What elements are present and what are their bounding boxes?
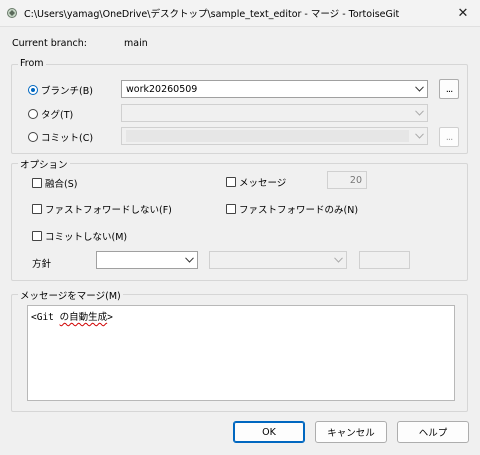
close-button[interactable]: ✕ [452,3,474,23]
no-ff-checkbox-indicator[interactable] [32,204,42,214]
message-checkbox-indicator[interactable] [226,177,236,187]
message-label: メッセージ [239,178,287,189]
message-count-input[interactable]: 20 [327,171,367,189]
no-commit-checkbox-indicator[interactable] [32,231,42,241]
window-title: C:\Users\yamag\OneDrive\デスクトップ\sample_te… [24,9,400,20]
tag-radio-label: タグ(T) [41,110,74,121]
merge-message-textarea[interactable]: <Git の自動生成> [27,305,455,401]
commit-select[interactable] [121,127,428,145]
branch-radio[interactable]: ブランチ(B) [28,83,93,97]
strategy-option-select[interactable] [209,251,347,269]
chevron-down-icon [330,252,346,268]
strategy-param-input[interactable] [359,251,410,269]
squash-label: 融合(S) [45,179,78,190]
ff-only-checkbox[interactable]: ファストフォワードのみ(N) [226,202,358,216]
branch-radio-indicator[interactable] [28,85,38,95]
current-branch-label: Current branch: [12,38,87,49]
close-icon: ✕ [457,5,469,21]
no-ff-label: ファストフォワードしない(F) [45,205,172,216]
branch-select[interactable]: work20260509 [121,80,428,98]
cancel-button[interactable]: キャンセル [315,421,387,443]
commit-radio-indicator[interactable] [28,132,38,142]
ff-only-checkbox-indicator[interactable] [226,204,236,214]
spellcheck-underlined-text: の自動生成 [59,312,108,323]
squash-checkbox[interactable]: 融合(S) [32,176,77,190]
ok-button[interactable]: OK [233,421,305,443]
message-checkbox[interactable]: メッセージ [226,175,286,189]
tag-select[interactable] [121,104,428,122]
options-legend: オプション [18,157,70,171]
no-commit-checkbox[interactable]: コミットしない(M) [32,229,127,243]
chevron-down-icon [181,252,197,268]
commit-radio[interactable]: コミット(C) [28,130,93,144]
from-legend: From [18,58,46,69]
squash-checkbox-indicator[interactable] [32,178,42,188]
merge-message-legend: メッセージをマージ(M) [18,288,123,302]
strategy-label: 方針 [32,259,52,270]
no-commit-label: コミットしない(M) [45,232,128,243]
strategy-select[interactable] [96,251,198,269]
no-ff-checkbox[interactable]: ファストフォワードしない(F) [32,202,172,216]
current-branch-value: main [124,38,148,49]
chevron-down-icon [411,128,427,144]
help-button[interactable]: ヘルプ [397,421,469,443]
tag-radio-indicator[interactable] [28,109,38,119]
branch-radio-label: ブランチ(B) [41,86,93,97]
chevron-down-icon [411,105,427,121]
branch-select-value: work20260509 [126,83,198,95]
commit-browse-button[interactable]: ... [439,127,459,147]
chevron-down-icon [411,81,427,97]
branch-browse-button[interactable]: ... [439,79,459,99]
ff-only-label: ファストフォワードのみ(N) [239,205,359,216]
tortoisegit-app-icon [6,7,18,19]
tag-radio[interactable]: タグ(T) [28,107,73,121]
commit-radio-label: コミット(C) [41,133,94,144]
